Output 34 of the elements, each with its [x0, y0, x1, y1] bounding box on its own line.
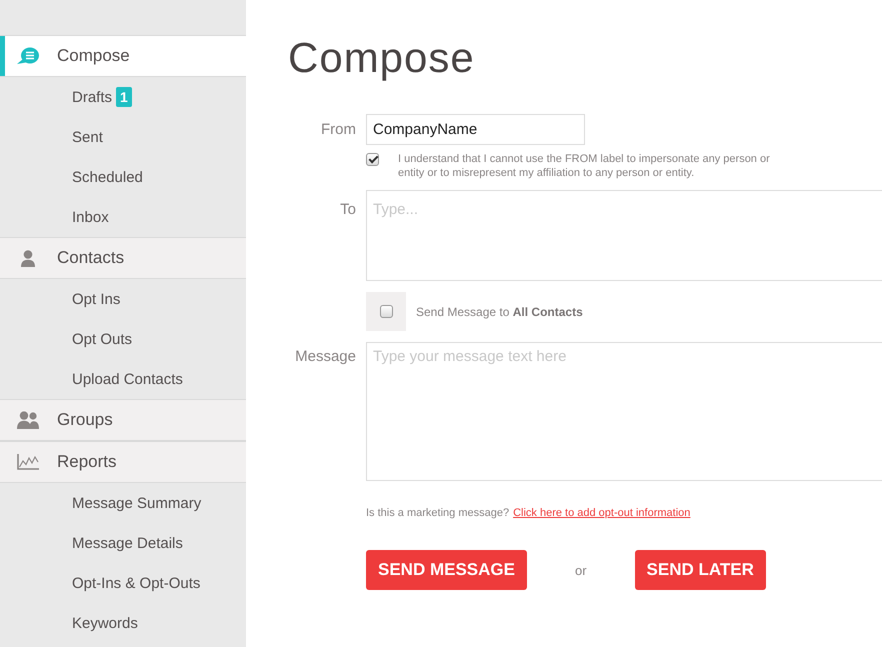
nav-section[interactable]: Contacts [0, 237, 246, 279]
field-label: Message [294, 348, 356, 366]
count-badge: 1 [116, 87, 132, 107]
opt-out-link[interactable]: Click here to add opt-out information [513, 507, 690, 519]
nav-item[interactable]: Keywords [0, 603, 246, 643]
nav-section[interactable]: Groups [0, 399, 246, 441]
nav-item[interactable]: Opt Outs [0, 319, 246, 359]
nav-item[interactable]: Sent [0, 117, 246, 157]
nav-item[interactable]: Inbox [0, 197, 246, 237]
chat-bubble-icon [17, 47, 39, 65]
people-icon [17, 411, 39, 429]
separator-label: or [574, 562, 587, 578]
person-icon [21, 250, 35, 266]
consent-checkbox[interactable] [366, 153, 379, 166]
all-contacts-checkbox[interactable] [380, 305, 392, 318]
field-label: From [320, 121, 356, 139]
consent-text: I understand that I cannot use the FROM label to impersonate any person or entity or to misrepresent my affiliation to any person or entity. [398, 152, 771, 180]
nav-section[interactable]: Reports [0, 441, 246, 483]
nav-item[interactable]: Drafts 1 [0, 77, 246, 117]
nav-item[interactable]: Scheduled [0, 157, 246, 197]
send-later-button[interactable]: SEND LATER [634, 550, 766, 590]
line-chart-icon [17, 454, 39, 470]
marketing-note: Is this a marketing message? Click here to add opt-out information [366, 506, 690, 520]
nav-item[interactable]: Message Details [0, 523, 246, 563]
page-title: Compose [288, 33, 475, 83]
nav-item[interactable]: Opt-Ins & Opt-Outs [0, 563, 246, 603]
sender-field[interactable]: CompanyName [366, 114, 585, 145]
nav-section[interactable]: Compose [0, 35, 246, 77]
nav-item[interactable]: Message Summary [0, 483, 246, 523]
nav-item[interactable]: Opt Ins [0, 279, 246, 319]
nav-item[interactable]: Upload Contacts [0, 359, 246, 399]
send-message-button[interactable]: SEND MESSAGE [366, 550, 527, 590]
all-contacts-label: Send Message to All Contacts [416, 304, 583, 318]
field-label: To [339, 201, 356, 219]
